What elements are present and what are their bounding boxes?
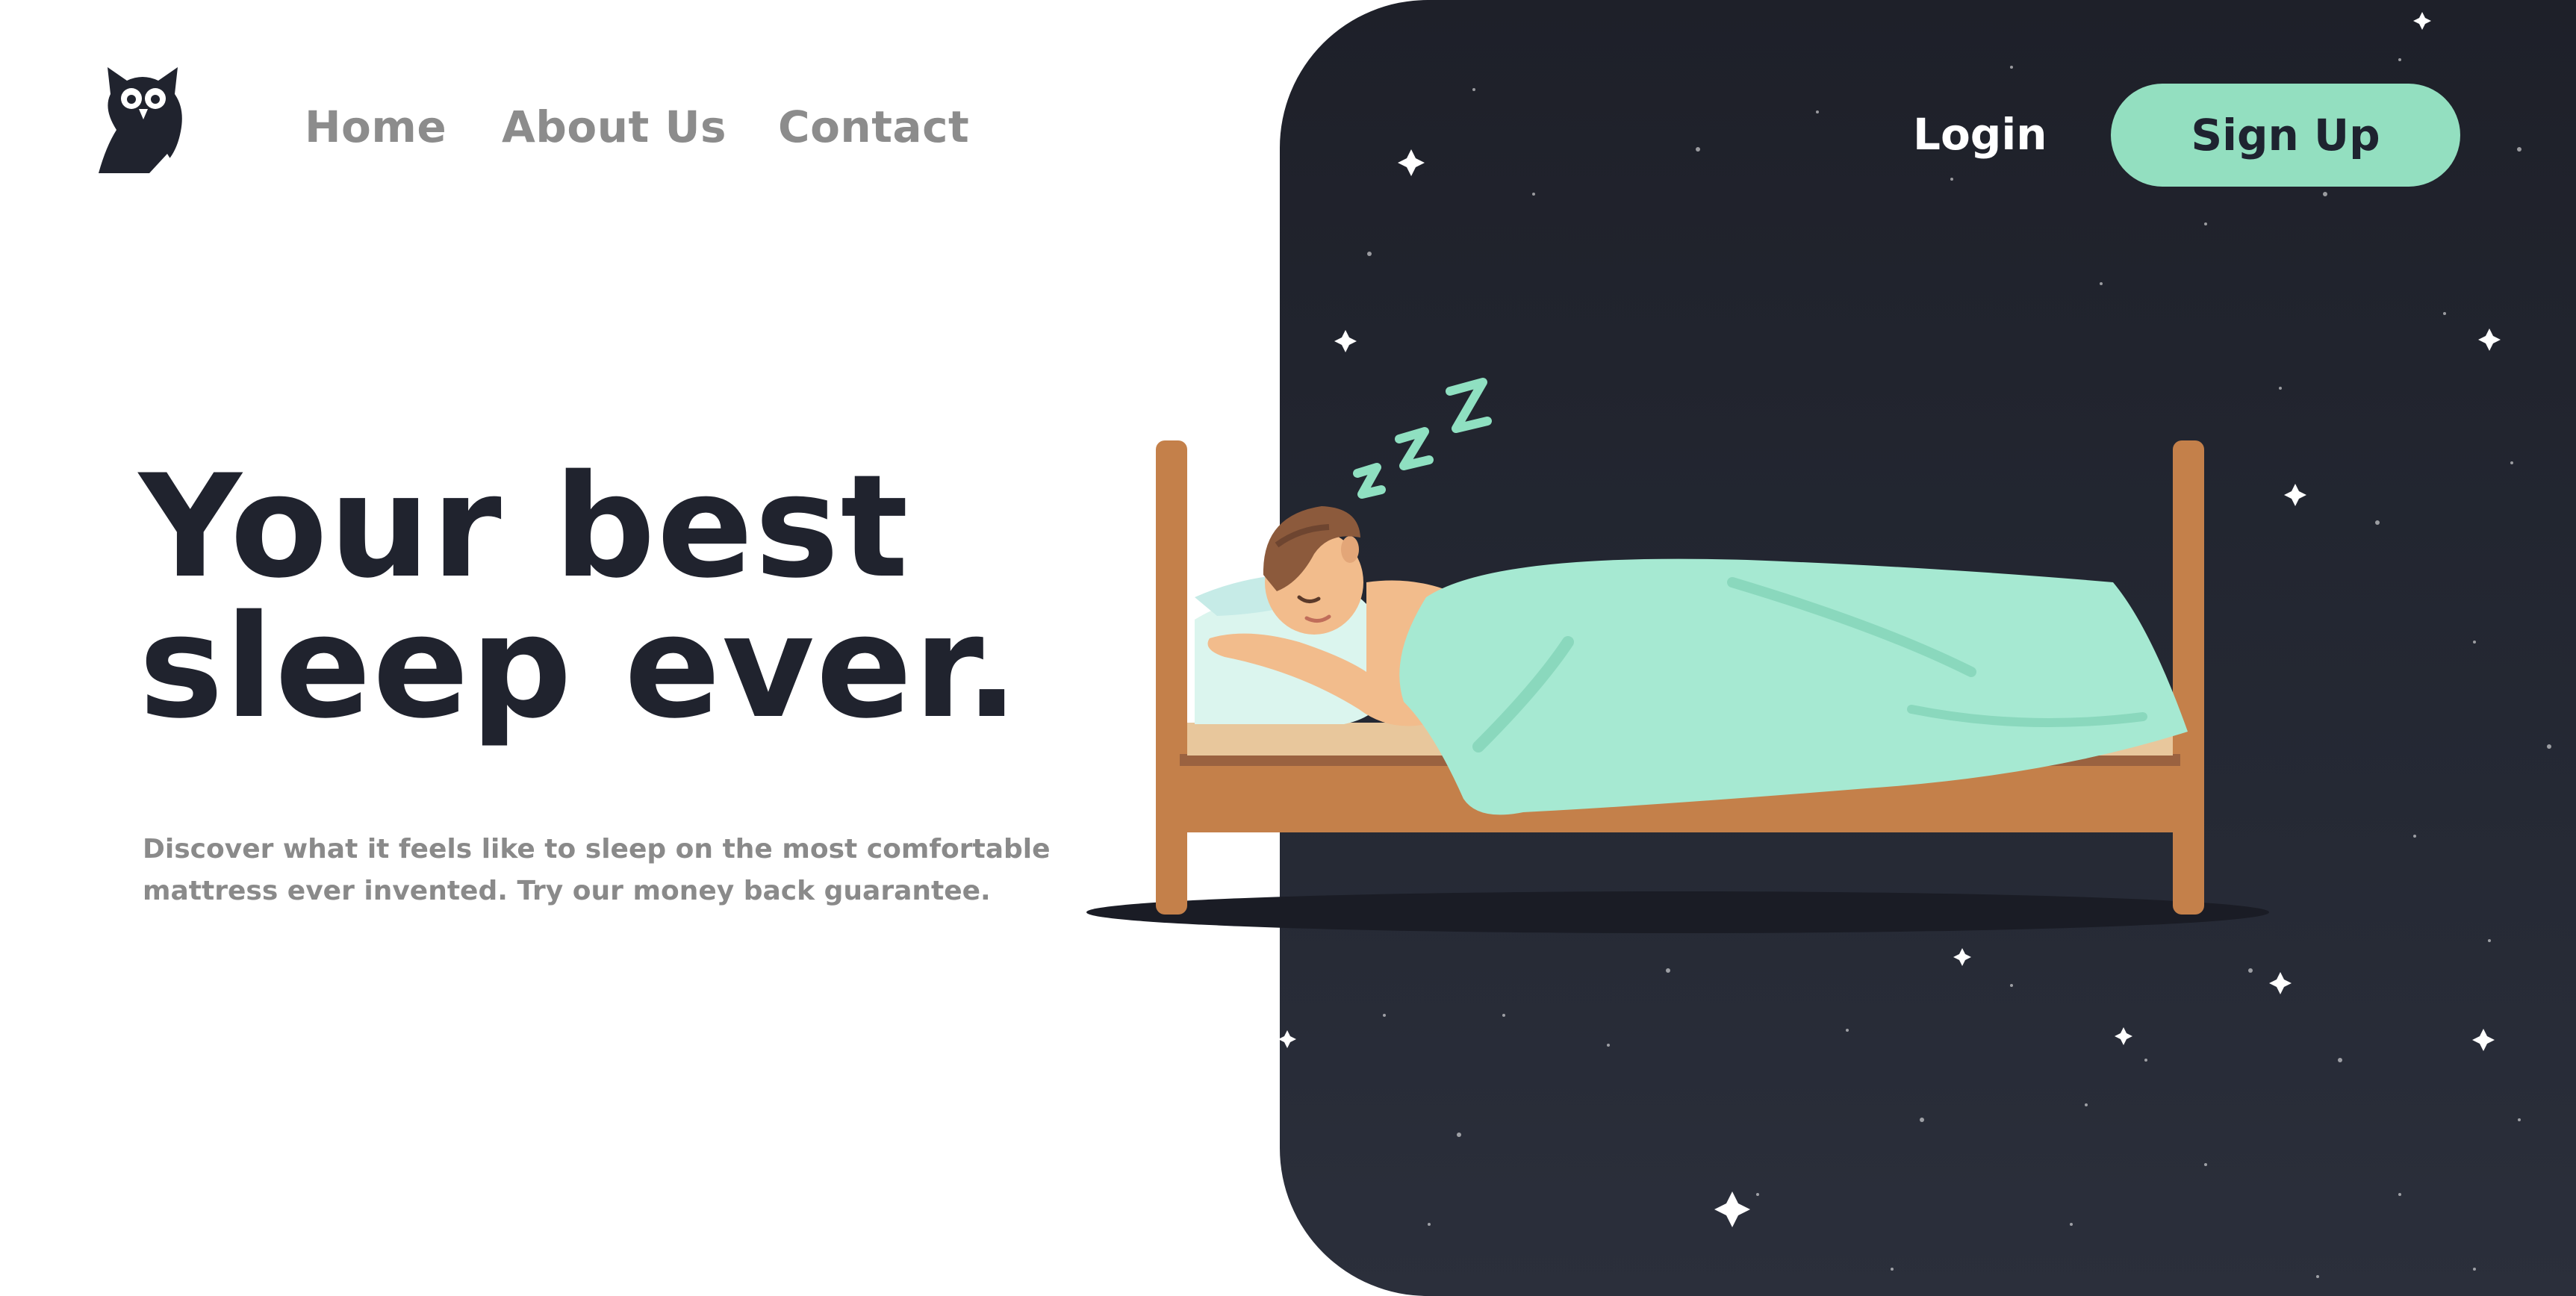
sign-up-button[interactable]: Sign Up — [2111, 84, 2460, 187]
nav-contact-link[interactable]: Contact — [778, 97, 969, 157]
hero-description: Discover what it feels like to sleep on … — [143, 829, 1051, 912]
bed-headboard-post — [1156, 440, 1187, 915]
hero-title-line-1: Your best — [139, 444, 910, 609]
zzz-snore-icon — [1353, 378, 1492, 499]
nav-home-link[interactable]: Home — [305, 97, 447, 157]
owl-logo[interactable] — [97, 64, 188, 173]
nav-about-link[interactable]: About Us — [502, 97, 727, 157]
login-link[interactable]: Login — [1913, 105, 2047, 164]
bed-shadow — [1086, 891, 2269, 933]
hero-title-line-2: sleep ever. — [139, 585, 1021, 750]
hero-description-line-2: mattress ever invented. Try our money ba… — [143, 876, 991, 906]
bed-footboard-post — [2173, 440, 2204, 915]
sleeping-man-in-bed-illustration — [1086, 378, 2269, 933]
hero-title: Your best sleep ever. — [139, 444, 1184, 750]
hero-description-line-1: Discover what it feels like to sleep on … — [143, 834, 1051, 864]
owl-logo-icon — [99, 67, 182, 173]
